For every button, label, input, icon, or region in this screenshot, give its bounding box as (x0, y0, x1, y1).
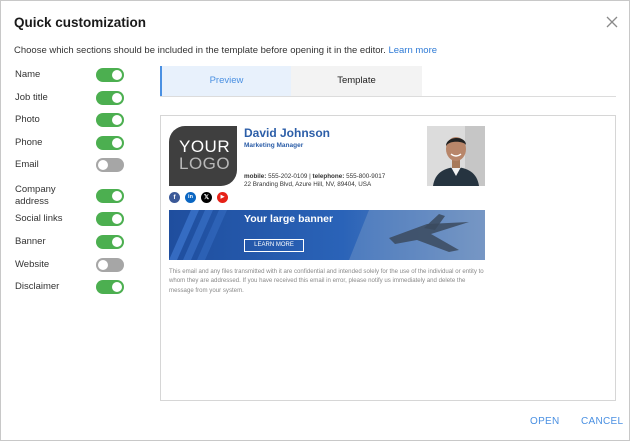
option-label: Social links (15, 213, 63, 224)
cancel-button[interactable]: CANCEL (581, 416, 623, 427)
website-toggle[interactable] (96, 258, 124, 272)
toggle-knob (112, 138, 122, 148)
option-name: Name (15, 67, 130, 83)
intro-text: Choose which sections should be included… (14, 45, 437, 56)
logo-text-line1: YOUR (179, 137, 231, 156)
option-disclaimer: Disclaimer (15, 279, 130, 295)
signature-banner[interactable]: Your large banner LEARN MORE (169, 210, 485, 260)
toggle-knob (112, 282, 122, 292)
tab-template[interactable]: Template (291, 66, 422, 96)
phone-separator: | (309, 173, 311, 180)
toggle-knob (98, 160, 108, 170)
banner-title: Your large banner (244, 213, 334, 225)
email-toggle[interactable] (96, 158, 124, 172)
option-label: Phone (15, 137, 43, 148)
option-label: Email (15, 159, 39, 170)
open-button[interactable]: OPEN (530, 416, 560, 427)
x-icon[interactable]: 𝕏 (201, 192, 212, 203)
banner-learn-more-button[interactable]: LEARN MORE (244, 239, 304, 252)
option-label: Disclaimer (15, 281, 60, 292)
mobile-label: mobile: (244, 173, 267, 180)
facebook-icon[interactable]: f (169, 192, 180, 203)
social-links-toggle[interactable] (96, 212, 124, 226)
toggle-knob (112, 70, 122, 80)
toggle-knob (112, 237, 122, 247)
option-label: Photo (15, 114, 40, 125)
mobile-number: 555-202-0109 (268, 173, 308, 180)
signature-phones: mobile: 555-202-0109 | telephone: 555-80… (244, 173, 385, 180)
option-label: Banner (15, 236, 46, 247)
close-icon[interactable] (602, 12, 622, 32)
toggle-knob (112, 93, 122, 103)
telephone-number: 555-800-9017 (346, 173, 386, 180)
tab-preview[interactable]: Preview (160, 66, 291, 96)
telephone-label: telephone: (312, 173, 345, 180)
job-title-toggle[interactable] (96, 91, 124, 105)
photo-toggle[interactable] (96, 113, 124, 127)
company-logo: YOUR LOGO (169, 126, 237, 186)
linkedin-icon[interactable]: in (185, 192, 196, 203)
signature-job-title: Marketing Manager (244, 142, 304, 149)
option-social-links: Social links (15, 211, 130, 227)
dialog-title: Quick customization (14, 15, 147, 30)
option-label: Website (15, 259, 50, 270)
signature-preview: YOUR LOGO David Johnson Marketing Manage… (160, 115, 616, 401)
learn-more-link[interactable]: Learn more (388, 45, 437, 56)
option-website: Website (15, 257, 130, 273)
option-label: Name (15, 69, 41, 80)
option-banner: Banner (15, 234, 130, 250)
toggle-knob (112, 115, 122, 125)
view-tabs: Preview Template (160, 66, 616, 97)
option-label: Job title (15, 92, 48, 103)
option-email: Email (15, 157, 130, 173)
phone-toggle[interactable] (96, 136, 124, 150)
toggle-knob (112, 191, 122, 201)
option-company-address: Company address (15, 184, 130, 208)
youtube-icon[interactable]: ▶ (217, 192, 228, 203)
signature-disclaimer: This email and any files transmitted wit… (169, 268, 484, 294)
toggle-knob (98, 260, 108, 270)
intro-description: Choose which sections should be included… (14, 45, 386, 56)
company-address-toggle[interactable] (96, 189, 124, 203)
option-phone: Phone (15, 135, 130, 151)
banner-toggle[interactable] (96, 235, 124, 249)
quick-customization-dialog: Quick customization Choose which section… (0, 0, 630, 441)
option-photo: Photo (15, 112, 130, 128)
profile-photo (427, 126, 485, 186)
option-job-title: Job title (15, 90, 130, 106)
toggle-knob (112, 214, 122, 224)
option-label: Company address (15, 184, 56, 207)
logo-text-line2: LOGO (179, 154, 231, 173)
signature-address: 22 Branding Blvd, Azure Hill, NV, 89404,… (244, 181, 372, 188)
name-toggle[interactable] (96, 68, 124, 82)
disclaimer-toggle[interactable] (96, 280, 124, 294)
signature-name: David Johnson (244, 126, 331, 140)
